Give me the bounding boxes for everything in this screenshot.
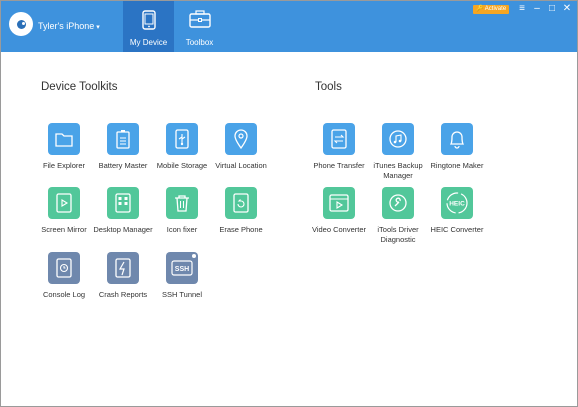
tab-toolbox[interactable]: Toolbox — [174, 1, 225, 52]
device-toolkits-title: Device Toolkits — [41, 81, 118, 93]
tools-title: Tools — [315, 81, 342, 93]
battery-icon — [107, 123, 139, 155]
tool-ringtone-maker[interactable]: Ringtone Maker — [419, 123, 495, 171]
usb-icon — [166, 123, 198, 155]
itools-logo-icon — [9, 12, 33, 36]
chevron-down-icon: ▾ — [96, 24, 100, 31]
music-backup-icon — [382, 123, 414, 155]
tool-label: Ringtone Maker — [430, 161, 484, 170]
tool-label: SSH Tunnel — [161, 290, 203, 299]
activate-button[interactable]: 🔑 Activate — [473, 5, 510, 14]
erase-phone-icon — [225, 187, 257, 219]
wrench-icon — [382, 187, 414, 219]
video-icon — [323, 187, 355, 219]
tab-toolbox-label: Toolbox — [185, 38, 214, 47]
device-selector[interactable]: Tyler's iPhone ▾ — [38, 21, 100, 31]
minimize-icon[interactable]: – — [531, 3, 543, 15]
screen-mirror-icon — [48, 187, 80, 219]
bell-icon — [441, 123, 473, 155]
heic-icon-text: HEIC — [449, 201, 465, 208]
close-icon[interactable]: ✕ — [561, 3, 573, 15]
menu-icon[interactable]: ≡ — [516, 3, 528, 15]
tool-virtual-location[interactable]: Virtual Location — [203, 123, 279, 171]
tool-erase-phone[interactable]: Erase Phone — [203, 187, 279, 235]
folder-icon — [48, 123, 80, 155]
tab-my-device[interactable]: My Device — [123, 1, 174, 52]
console-log-icon — [48, 252, 80, 284]
tab-my-device-label: My Device — [129, 38, 168, 47]
app-window: Tyler's iPhone ▾ My Device Toolbox 🔑 Acti… — [0, 0, 578, 407]
phone-icon — [141, 10, 156, 30]
crash-report-icon — [107, 252, 139, 284]
ssh-icon-text: SSH — [175, 266, 189, 273]
tool-heic-converter[interactable]: HEIC HEIC Converter — [419, 187, 495, 235]
toolbox-icon — [188, 10, 211, 28]
ssh-icon: SSH — [166, 252, 198, 284]
maximize-icon[interactable]: □ — [546, 3, 558, 15]
tool-label: Virtual Location — [215, 161, 267, 170]
heic-icon: HEIC — [441, 187, 473, 219]
tool-label: Erase Phone — [219, 225, 263, 234]
trash-icon — [166, 187, 198, 219]
device-name-label: Tyler's iPhone — [38, 21, 95, 31]
phone-transfer-icon — [323, 123, 355, 155]
tool-label: HEIC Converter — [430, 225, 484, 234]
grid-icon — [107, 187, 139, 219]
tool-ssh-tunnel[interactable]: SSH SSH Tunnel — [144, 252, 220, 300]
notification-dot — [192, 254, 196, 258]
title-bar: Tyler's iPhone ▾ My Device Toolbox 🔑 Acti… — [1, 1, 577, 52]
location-pin-icon — [225, 123, 257, 155]
